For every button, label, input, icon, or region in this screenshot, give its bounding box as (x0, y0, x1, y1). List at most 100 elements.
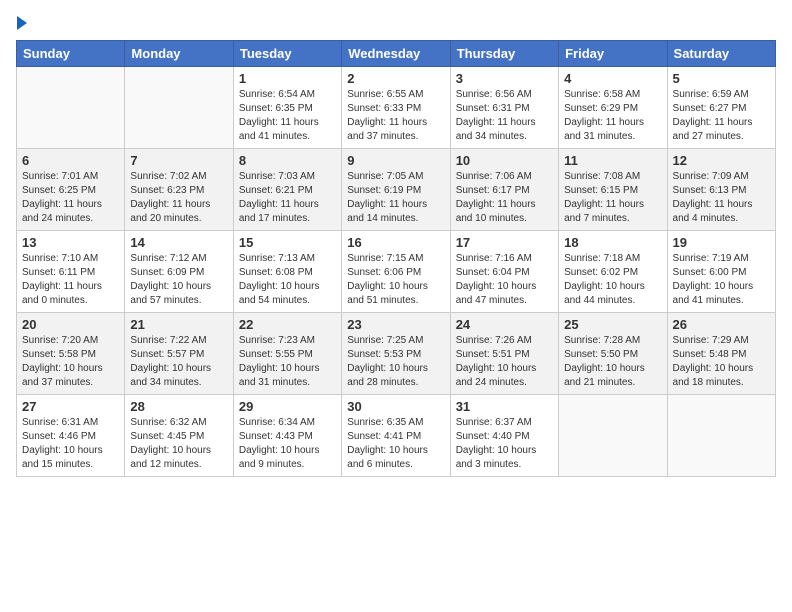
day-header-saturday: Saturday (667, 41, 775, 67)
day-number: 27 (22, 399, 119, 414)
day-info: Sunrise: 6:32 AMSunset: 4:45 PMDaylight:… (130, 416, 227, 472)
calendar-cell: 13 Sunrise: 7:10 AMSunset: 6:11 PMDayligh… (17, 231, 125, 313)
calendar-cell: 31 Sunrise: 6:37 AMSunset: 4:40 PMDayligh… (450, 395, 558, 477)
day-info: Sunrise: 7:09 AMSunset: 6:13 PMDaylight:… (673, 170, 770, 226)
day-number: 7 (130, 153, 227, 168)
calendar-table: SundayMondayTuesdayWednesdayThursdayFrid… (16, 40, 776, 477)
calendar-cell (667, 395, 775, 477)
day-info: Sunrise: 7:13 AMSunset: 6:08 PMDaylight:… (239, 252, 336, 308)
calendar-cell: 5 Sunrise: 6:59 AMSunset: 6:27 PMDaylight… (667, 67, 775, 149)
calendar-cell: 30Sunrise: 6:35 AMSunset: 4:41 PMDayligh… (342, 395, 450, 477)
calendar-cell: 15 Sunrise: 7:13 AMSunset: 6:08 PMDayligh… (233, 231, 341, 313)
day-number: 28 (130, 399, 227, 414)
calendar-cell: 22 Sunrise: 7:23 AMSunset: 5:55 PMDayligh… (233, 313, 341, 395)
calendar-cell: 4 Sunrise: 6:58 AMSunset: 6:29 PMDaylight… (559, 67, 667, 149)
logo-wrap (16, 16, 27, 30)
day-number: 9 (347, 153, 444, 168)
day-info: Sunrise: 6:56 AMSunset: 6:31 PMDaylight:… (456, 88, 553, 144)
day-header-wednesday: Wednesday (342, 41, 450, 67)
calendar-cell: 18 Sunrise: 7:18 AMSunset: 6:02 PMDayligh… (559, 231, 667, 313)
day-number: 4 (564, 71, 661, 86)
calendar-cell: 28 Sunrise: 6:32 AMSunset: 4:45 PMDayligh… (125, 395, 233, 477)
day-number: 17 (456, 235, 553, 250)
day-number: 16 (347, 235, 444, 250)
day-number: 12 (673, 153, 770, 168)
calendar-cell: 26Sunrise: 7:29 AMSunset: 5:48 PMDayligh… (667, 313, 775, 395)
logo-triangle-icon (17, 16, 27, 30)
calendar-cell: 21 Sunrise: 7:22 AMSunset: 5:57 PMDayligh… (125, 313, 233, 395)
day-number: 23 (347, 317, 444, 332)
calendar-cell (17, 67, 125, 149)
day-number: 21 (130, 317, 227, 332)
day-number: 2 (347, 71, 444, 86)
day-info: Sunrise: 6:55 AMSunset: 6:33 PMDaylight:… (347, 88, 444, 144)
day-number: 8 (239, 153, 336, 168)
calendar-cell: 16Sunrise: 7:15 AMSunset: 6:06 PMDayligh… (342, 231, 450, 313)
calendar-cell: 17 Sunrise: 7:16 AMSunset: 6:04 PMDayligh… (450, 231, 558, 313)
day-number: 11 (564, 153, 661, 168)
calendar-cell (125, 67, 233, 149)
calendar-cell: 1 Sunrise: 6:54 AMSunset: 6:35 PMDaylight… (233, 67, 341, 149)
calendar-cell: 9 Sunrise: 7:05 AMSunset: 6:19 PMDaylight… (342, 149, 450, 231)
calendar-cell: 20 Sunrise: 7:20 AMSunset: 5:58 PMDayligh… (17, 313, 125, 395)
logo (16, 16, 27, 30)
week-row-1: 1 Sunrise: 6:54 AMSunset: 6:35 PMDaylight… (17, 67, 776, 149)
day-header-sunday: Sunday (17, 41, 125, 67)
calendar-cell: 10Sunrise: 7:06 AMSunset: 6:17 PMDayligh… (450, 149, 558, 231)
calendar-cell: 23 Sunrise: 7:25 AMSunset: 5:53 PMDayligh… (342, 313, 450, 395)
day-info: Sunrise: 7:26 AMSunset: 5:51 PMDaylight:… (456, 334, 553, 390)
day-info: Sunrise: 7:23 AMSunset: 5:55 PMDaylight:… (239, 334, 336, 390)
header-row: SundayMondayTuesdayWednesdayThursdayFrid… (17, 41, 776, 67)
day-info: Sunrise: 6:34 AMSunset: 4:43 PMDaylight:… (239, 416, 336, 472)
calendar-cell: 11 Sunrise: 7:08 AMSunset: 6:15 PMDayligh… (559, 149, 667, 231)
day-info: Sunrise: 7:19 AMSunset: 6:00 PMDaylight:… (673, 252, 770, 308)
calendar-cell: 2 Sunrise: 6:55 AMSunset: 6:33 PMDaylight… (342, 67, 450, 149)
day-number: 1 (239, 71, 336, 86)
calendar-cell: 14 Sunrise: 7:12 AMSunset: 6:09 PMDayligh… (125, 231, 233, 313)
day-number: 22 (239, 317, 336, 332)
day-number: 13 (22, 235, 119, 250)
calendar-cell: 6Sunrise: 7:01 AMSunset: 6:25 PMDaylight… (17, 149, 125, 231)
day-info: Sunrise: 7:18 AMSunset: 6:02 PMDaylight:… (564, 252, 661, 308)
day-info: Sunrise: 6:54 AMSunset: 6:35 PMDaylight:… (239, 88, 336, 144)
day-info: Sunrise: 6:59 AMSunset: 6:27 PMDaylight:… (673, 88, 770, 144)
week-row-4: 20 Sunrise: 7:20 AMSunset: 5:58 PMDayligh… (17, 313, 776, 395)
day-number: 24 (456, 317, 553, 332)
day-info: Sunrise: 7:12 AMSunset: 6:09 PMDaylight:… (130, 252, 227, 308)
day-info: Sunrise: 7:20 AMSunset: 5:58 PMDaylight:… (22, 334, 119, 390)
day-info: Sunrise: 7:22 AMSunset: 5:57 PMDaylight:… (130, 334, 227, 390)
day-number: 29 (239, 399, 336, 414)
calendar-cell: 3 Sunrise: 6:56 AMSunset: 6:31 PMDaylight… (450, 67, 558, 149)
calendar-cell: 25Sunrise: 7:28 AMSunset: 5:50 PMDayligh… (559, 313, 667, 395)
day-info: Sunrise: 7:25 AMSunset: 5:53 PMDaylight:… (347, 334, 444, 390)
day-info: Sunrise: 7:05 AMSunset: 6:19 PMDaylight:… (347, 170, 444, 226)
day-info: Sunrise: 7:08 AMSunset: 6:15 PMDaylight:… (564, 170, 661, 226)
calendar-cell: 7 Sunrise: 7:02 AMSunset: 6:23 PMDaylight… (125, 149, 233, 231)
week-row-5: 27 Sunrise: 6:31 AMSunset: 4:46 PMDayligh… (17, 395, 776, 477)
calendar-cell: 8 Sunrise: 7:03 AMSunset: 6:21 PMDaylight… (233, 149, 341, 231)
calendar-cell (559, 395, 667, 477)
week-row-3: 13 Sunrise: 7:10 AMSunset: 6:11 PMDayligh… (17, 231, 776, 313)
day-number: 25 (564, 317, 661, 332)
day-number: 3 (456, 71, 553, 86)
day-header-monday: Monday (125, 41, 233, 67)
day-info: Sunrise: 7:01 AMSunset: 6:25 PMDaylight:… (22, 170, 119, 226)
day-header-thursday: Thursday (450, 41, 558, 67)
header (16, 16, 776, 30)
day-info: Sunrise: 6:58 AMSunset: 6:29 PMDaylight:… (564, 88, 661, 144)
day-info: Sunrise: 6:37 AMSunset: 4:40 PMDaylight:… (456, 416, 553, 472)
day-number: 18 (564, 235, 661, 250)
day-info: Sunrise: 7:03 AMSunset: 6:21 PMDaylight:… (239, 170, 336, 226)
day-info: Sunrise: 7:16 AMSunset: 6:04 PMDaylight:… (456, 252, 553, 308)
day-info: Sunrise: 6:31 AMSunset: 4:46 PMDaylight:… (22, 416, 119, 472)
day-info: Sunrise: 7:02 AMSunset: 6:23 PMDaylight:… (130, 170, 227, 226)
day-info: Sunrise: 7:06 AMSunset: 6:17 PMDaylight:… (456, 170, 553, 226)
day-number: 15 (239, 235, 336, 250)
day-number: 5 (673, 71, 770, 86)
calendar-cell: 29 Sunrise: 6:34 AMSunset: 4:43 PMDayligh… (233, 395, 341, 477)
day-number: 31 (456, 399, 553, 414)
day-number: 14 (130, 235, 227, 250)
calendar-cell: 27 Sunrise: 6:31 AMSunset: 4:46 PMDayligh… (17, 395, 125, 477)
day-info: Sunrise: 7:10 AMSunset: 6:11 PMDaylight:… (22, 252, 119, 308)
day-number: 20 (22, 317, 119, 332)
